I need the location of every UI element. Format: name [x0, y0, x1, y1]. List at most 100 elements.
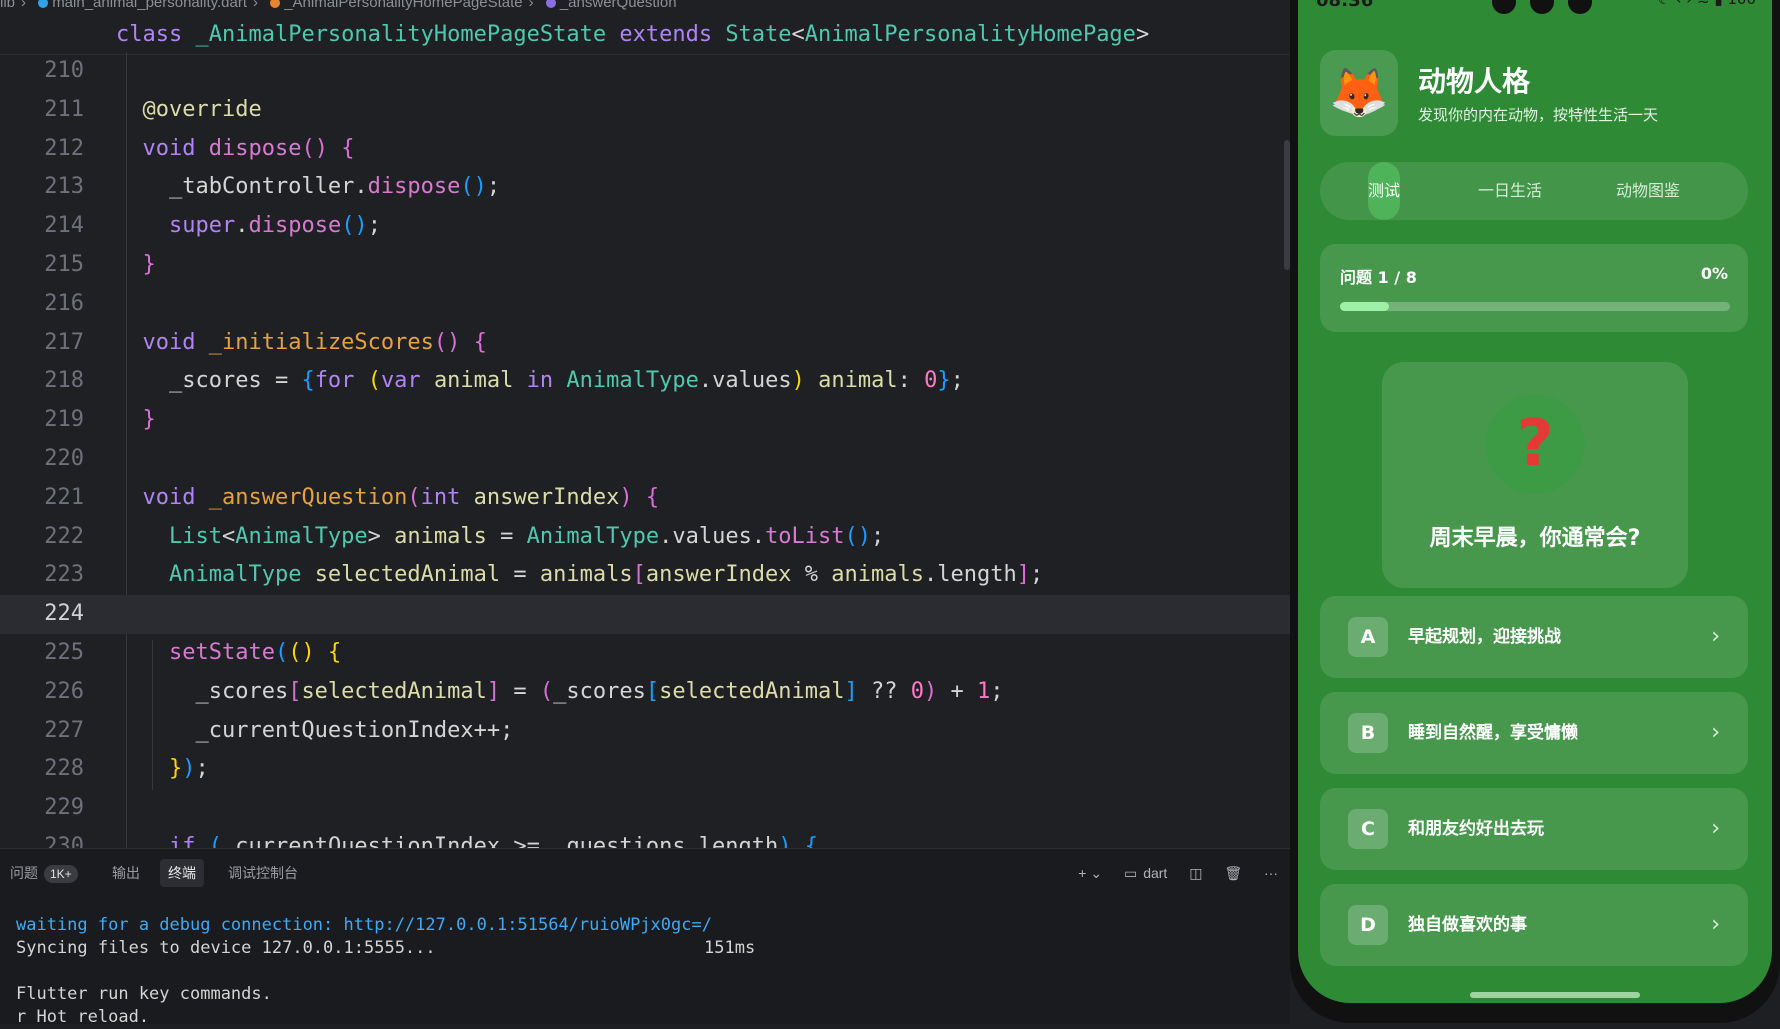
terminal-line: Flutter run key commands.	[16, 984, 272, 1004]
line-number: 223	[44, 562, 84, 588]
trash-icon[interactable]: 🗑	[1224, 865, 1242, 881]
terminal-icon: ▭	[1123, 865, 1138, 881]
line-number: 229	[44, 795, 84, 821]
home-indicator[interactable]	[1470, 992, 1640, 998]
tab-terminal[interactable]: 终端	[160, 859, 204, 887]
breadcrumb-item-method[interactable]: _answerQuestion	[560, 0, 677, 11]
code-line[interactable]: 228 });	[0, 750, 1290, 789]
line-number: 227	[44, 717, 84, 743]
option-a[interactable]: A 早起规划，迎接挑战 ›	[1320, 596, 1748, 678]
app-tabbar: 测试 一日生活 动物图鉴	[1320, 162, 1748, 220]
code-line[interactable]: 215 }	[0, 246, 1290, 285]
line-number: 221	[44, 484, 84, 510]
terminal-line: r Hot reload.	[16, 1007, 150, 1027]
status-time: 08:36	[1316, 0, 1374, 11]
option-letter: D	[1348, 905, 1388, 945]
problems-count-badge: 1K+	[44, 865, 78, 883]
code-line[interactable]: 217 void _initializeScores() {	[0, 324, 1290, 363]
option-letter: C	[1348, 809, 1388, 849]
option-text: 和朋友约好出去玩	[1408, 819, 1544, 839]
sticky-class-declaration: class _AnimalPersonalityHomePageState ex…	[116, 22, 1150, 47]
code-line[interactable]: 216	[0, 285, 1290, 324]
tab-problems[interactable]: 问题 1K+	[10, 859, 78, 887]
code-line[interactable]: 226 _scores[selectedAnimal] = (_scores[s…	[0, 673, 1290, 712]
line-number: 230	[44, 833, 84, 848]
breadcrumb: lib › main_animal_personality.dart › _Anim…	[0, 0, 1290, 12]
chevron-right-icon: ›	[1711, 816, 1720, 841]
panel-toolbar: + ⌄ ▭ dart ◫ 🗑 ···	[1060, 859, 1278, 887]
code-line[interactable]: 214 super.dispose();	[0, 207, 1290, 246]
progress-card: 问题 1 / 8 0%	[1320, 244, 1748, 332]
sticky-scroll-header[interactable]: class _AnimalPersonalityHomePageState ex…	[0, 16, 1290, 55]
code-line[interactable]: 225 setState(() {	[0, 634, 1290, 673]
code-line[interactable]: 221 void _answerQuestion(int answerIndex…	[0, 479, 1290, 518]
line-number: 218	[44, 368, 84, 394]
code-line-current[interactable]: 224	[0, 595, 1290, 634]
line-number: 210	[44, 58, 84, 83]
line-number: 211	[44, 96, 84, 122]
line-number: 216	[44, 290, 84, 316]
phone-screen[interactable]: 08:36 ☾ ‹·› ≋ ▮ 100 🦊 动物人格 发现你的内在动物，按特性生…	[1298, 0, 1772, 1003]
option-text: 睡到自然醒，享受慵懒	[1408, 723, 1578, 743]
breadcrumb-item-class[interactable]: _AnimalPersonalityHomePageState	[284, 0, 522, 11]
app-title: 动物人格	[1418, 65, 1531, 98]
progress-label: 问题 1 / 8	[1340, 268, 1417, 287]
option-letter: B	[1348, 713, 1388, 753]
code-line[interactable]: 219 }	[0, 401, 1290, 440]
code-line[interactable]: 229	[0, 789, 1290, 828]
code-line[interactable]: 210	[0, 52, 1290, 91]
breadcrumb-item-lib[interactable]: lib	[0, 0, 15, 11]
code-editor[interactable]: lib › main_animal_personality.dart › _Anim…	[0, 0, 1290, 848]
line-number: 224	[44, 601, 84, 627]
tab-daily-life[interactable]: 一日生活	[1460, 162, 1560, 220]
line-number: 225	[44, 639, 84, 665]
split-terminal-icon[interactable]: ◫	[1189, 865, 1202, 881]
chevron-right-icon: ›	[1711, 720, 1720, 745]
question-mark-icon: ?	[1485, 394, 1585, 494]
camera-cutouts	[1492, 0, 1606, 19]
line-number: 213	[44, 174, 84, 200]
tab-test[interactable]: 测试	[1368, 162, 1400, 220]
code-line[interactable]: 218 _scores = {for (var animal in Animal…	[0, 362, 1290, 401]
terminal-line: waiting for a debug connection: http://1…	[16, 915, 712, 935]
code-line[interactable]: 212 void dispose() {	[0, 130, 1290, 169]
code-line[interactable]: 220	[0, 440, 1290, 479]
progress-fill	[1340, 302, 1389, 311]
method-icon	[545, 0, 556, 8]
code-line[interactable]: 213 _tabController.dispose();	[0, 168, 1290, 207]
line-number: 214	[44, 213, 84, 239]
code-line[interactable]: 230 if (_currentQuestionIndex >= _questi…	[0, 828, 1290, 848]
line-number: 226	[44, 678, 84, 704]
chevron-right-icon: ›	[1711, 912, 1720, 937]
line-number: 220	[44, 445, 84, 471]
option-text: 早起规划，迎接挑战	[1408, 627, 1561, 647]
tab-output[interactable]: 输出	[112, 859, 140, 887]
line-number: 222	[44, 523, 84, 549]
tab-animal-guide[interactable]: 动物图鉴	[1588, 162, 1708, 220]
option-letter: A	[1348, 617, 1388, 657]
line-number: 217	[44, 329, 84, 355]
line-number: 228	[44, 756, 84, 782]
code-line[interactable]: 223 AnimalType selectedAnimal = animals[…	[0, 556, 1290, 595]
option-d[interactable]: D 独自做喜欢的事 ›	[1320, 884, 1748, 966]
code-line[interactable]: 222 List<AnimalType> animals = AnimalTyp…	[0, 518, 1290, 557]
progress-percent: 0%	[1700, 264, 1728, 283]
terminal-shell-label[interactable]: dart	[1143, 865, 1167, 881]
code-line[interactable]: 211 @override	[0, 91, 1290, 130]
breadcrumb-item-file[interactable]: main_animal_personality.dart	[52, 0, 247, 11]
status-bar: 08:36 ☾ ‹·› ≋ ▮ 100	[1316, 0, 1756, 16]
more-actions-icon[interactable]: ···	[1264, 865, 1278, 881]
option-b[interactable]: B 睡到自然醒，享受慵懒 ›	[1320, 692, 1748, 774]
new-terminal-icon[interactable]: + ⌄	[1078, 865, 1102, 881]
question-text: 周末早晨，你通常会?	[1429, 526, 1641, 551]
code-lines[interactable]: 210 211 @override 212 void dispose() { 2…	[0, 52, 1290, 848]
tab-debug-console[interactable]: 调试控制台	[228, 859, 298, 887]
option-c[interactable]: C 和朋友约好出去玩 ›	[1320, 788, 1748, 870]
question-card: ? 周末早晨，你通常会?	[1382, 362, 1688, 588]
terminal-output[interactable]: waiting for a debug connection: http://1…	[16, 914, 755, 1029]
fox-icon: 🦊	[1320, 50, 1398, 136]
bottom-panel: 问题 1K+ 输出 终端 调试控制台 + ⌄ ▭ dart ◫ 🗑 ··· wait…	[0, 848, 1290, 1027]
option-text: 独自做喜欢的事	[1408, 915, 1527, 935]
code-line[interactable]: 227 _currentQuestionIndex++;	[0, 712, 1290, 751]
line-number: 215	[44, 251, 84, 277]
